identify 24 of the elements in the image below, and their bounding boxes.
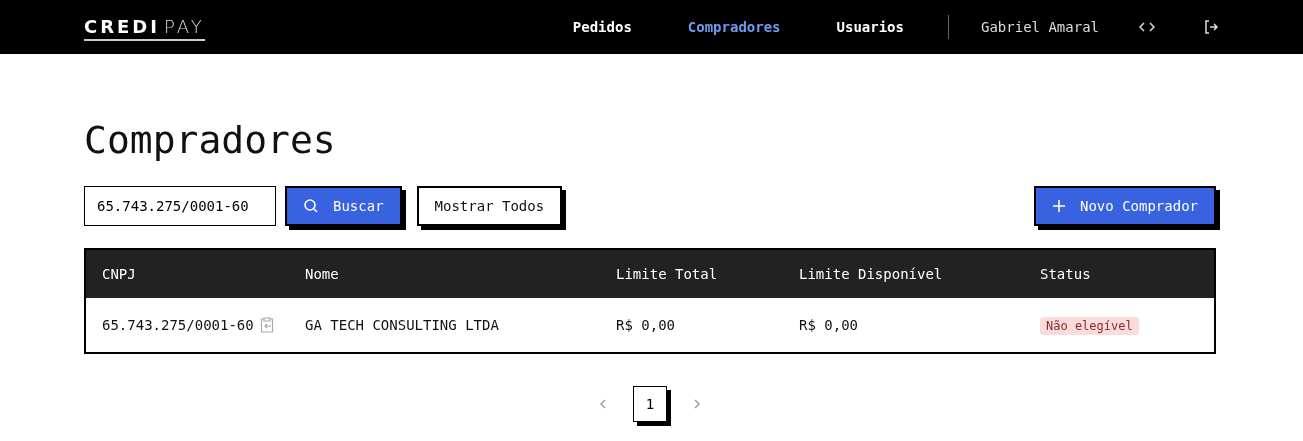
chevron-left-icon[interactable] — [599, 398, 607, 410]
logout-icon[interactable] — [1203, 19, 1219, 35]
logo: CREDI PAY — [84, 17, 205, 41]
status-badge: Não elegível — [1040, 317, 1139, 335]
code-icon[interactable] — [1139, 21, 1155, 33]
plus-icon — [1052, 199, 1066, 213]
search-field[interactable]: 65.743.275/0001-60 — [84, 186, 276, 226]
copy-icon[interactable] — [259, 317, 274, 333]
column-header: Nome — [305, 266, 340, 282]
table-cell-text: R$ 0,00 — [799, 317, 859, 333]
table-cell: 65.743.275/0001-60 — [102, 317, 254, 333]
table-cell-text: GA TECH CONSULTING LTDA — [305, 317, 500, 333]
column-header: Limite Disponível — [799, 266, 944, 282]
chevron-right-icon[interactable] — [693, 398, 701, 410]
nav-link[interactable]: Usuarios — [836, 19, 904, 35]
column-header: Limite Total — [616, 266, 719, 282]
nav-link[interactable]: Pedidos — [572, 19, 632, 35]
page-title: Compradores — [84, 118, 337, 162]
nav-link[interactable]: Compradores — [687, 19, 781, 35]
user-name: Gabriel Amaral — [981, 19, 1099, 35]
search-icon — [303, 198, 319, 214]
table-cell-text: R$ 0,00 — [616, 317, 676, 333]
column-header: CNPJ — [102, 266, 137, 282]
column-header: Status — [1040, 266, 1092, 282]
